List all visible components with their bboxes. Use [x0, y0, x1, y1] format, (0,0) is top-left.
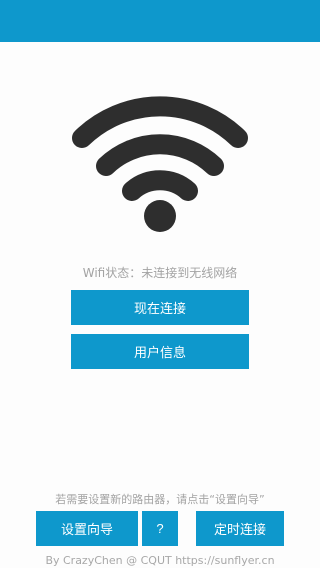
- user-info-button[interactable]: 用户信息: [71, 334, 249, 369]
- setup-wizard-button[interactable]: 设置向导: [36, 511, 138, 546]
- wifi-icon: [60, 78, 260, 238]
- help-button[interactable]: ?: [142, 511, 178, 546]
- wifi-arc-inner: [122, 170, 198, 201]
- wifi-status-text: Wifi状态：未连接到无线网络: [82, 266, 238, 280]
- scheduled-connect-button[interactable]: 定时连接: [196, 511, 284, 546]
- wifi-dot: [144, 200, 176, 232]
- footer-credit-text: By CrazyChen @ CQUT https://sunflyer.cn: [45, 554, 275, 567]
- connect-now-button[interactable]: 现在连接: [71, 290, 249, 325]
- wifi-arc-middle: [96, 134, 224, 176]
- setup-hint-text: 若需要设置新的路由器，请点击“设置向导”: [55, 493, 265, 506]
- wifi-arc-outer: [72, 96, 248, 148]
- top-app-bar: [0, 0, 320, 42]
